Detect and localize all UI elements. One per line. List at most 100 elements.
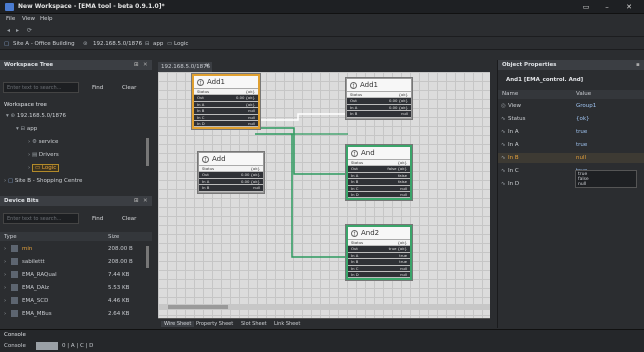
node-header[interactable]: ƒ Add bbox=[199, 153, 263, 166]
row-size: 4.46 KB bbox=[108, 298, 130, 304]
expand-icon[interactable]: › bbox=[4, 259, 6, 265]
property-value[interactable]: true bbox=[576, 129, 587, 135]
expand-icon[interactable]: › bbox=[4, 285, 6, 291]
module-icon bbox=[11, 271, 18, 278]
property-value[interactable]: Group1 bbox=[576, 103, 596, 109]
bits-search-input[interactable]: Enter text to search... bbox=[3, 213, 79, 224]
dropdown-option[interactable]: null bbox=[578, 182, 586, 187]
expand-icon[interactable]: › bbox=[4, 311, 6, 317]
breadcrumb: ▢ Site A - Office Building ⊛ 192.168.5.0… bbox=[0, 38, 644, 50]
pin-icon[interactable]: ⊞ bbox=[134, 62, 139, 68]
tree-item-logic[interactable]: › ▭ Logic bbox=[28, 164, 68, 175]
property-row[interactable]: ◎ View Group1 bbox=[498, 101, 644, 111]
node-header[interactable]: ƒ Add1 bbox=[194, 76, 258, 89]
node-and[interactable]: ƒ And Status {ok} Out false {ok} In Afalse In B… bbox=[346, 145, 412, 201]
close-icon[interactable]: ✕ bbox=[143, 62, 148, 68]
node-and2[interactable]: ƒ And2 Status {ok} Out true {ok} In Atrue In Bt… bbox=[346, 225, 412, 281]
node-header[interactable]: ƒ And bbox=[348, 147, 410, 160]
scroll-thumb[interactable] bbox=[168, 305, 228, 309]
property-value[interactable]: true bbox=[576, 142, 587, 148]
col-type[interactable]: Type bbox=[4, 234, 17, 240]
panel-title: Device Bits ⊞ ✕ bbox=[0, 196, 152, 206]
node-add[interactable]: ƒ Add Status {ok} Out 0.00 {ok} In A 0.00 {ok} I… bbox=[198, 152, 264, 193]
breadcrumb-station[interactable]: 192.168.5.0/1876 bbox=[93, 41, 142, 47]
node-add1b[interactable]: ƒ Add1 Status {ok} Out 0.00 {ok} In A 0.00 {ok}… bbox=[346, 78, 412, 119]
table-row[interactable]: › EMA_RAQual 7.44 KB bbox=[0, 270, 146, 281]
table-row[interactable]: › EMA_SCD 4.46 KB bbox=[0, 296, 146, 307]
find-button[interactable]: Find bbox=[92, 85, 103, 91]
eye-icon: ◎ bbox=[501, 103, 506, 109]
clear-button[interactable]: Clear bbox=[122, 85, 136, 91]
restore-icon[interactable]: ▭ bbox=[577, 2, 595, 12]
sheet-tabs: Wire Sheet Property Sheet Slot Sheet Lin… bbox=[158, 318, 490, 328]
col-name[interactable]: Name bbox=[502, 91, 518, 97]
table-row[interactable]: › EMA_DAlz 5.53 KB bbox=[0, 283, 146, 294]
breadcrumb-site[interactable]: Site A - Office Building bbox=[13, 41, 75, 47]
node-header[interactable]: ƒ Add1 bbox=[347, 79, 411, 92]
row-size: 7.44 KB bbox=[108, 272, 130, 278]
table-row[interactable]: › min 208.00 B bbox=[0, 244, 146, 255]
value-dropdown[interactable]: true false null bbox=[575, 170, 637, 188]
tab-link-sheet[interactable]: Link Sheet bbox=[274, 321, 300, 327]
property-value[interactable]: null bbox=[576, 155, 586, 161]
expand-icon[interactable]: › bbox=[4, 246, 6, 252]
home-icon[interactable]: ▢ bbox=[4, 41, 9, 47]
wire[interactable] bbox=[255, 113, 348, 121]
slot-row[interactable]: In Dnull bbox=[194, 120, 258, 128]
col-size[interactable]: Size bbox=[108, 234, 119, 240]
property-row[interactable]: ∿ In A true bbox=[498, 140, 644, 150]
refresh-icon[interactable]: ⟳ bbox=[27, 27, 32, 34]
app-icon bbox=[5, 3, 14, 11]
wire[interactable] bbox=[255, 133, 346, 258]
slot-row[interactable]: In Dnull bbox=[348, 191, 410, 199]
pin-icon[interactable]: ▪ bbox=[636, 62, 640, 68]
node-header[interactable]: ƒ And2 bbox=[348, 227, 410, 240]
slot-row[interactable]: In Bnull bbox=[347, 111, 411, 118]
tab-property-sheet[interactable]: Property Sheet bbox=[196, 321, 233, 327]
slot-row[interactable]: In Bnull bbox=[199, 185, 263, 192]
back-icon[interactable]: ◂ bbox=[7, 27, 10, 34]
scrollbar[interactable] bbox=[146, 138, 149, 166]
close-icon[interactable]: ✕ bbox=[620, 2, 638, 12]
tree-item-service[interactable]: › ⚙ service bbox=[28, 139, 178, 149]
property-name: View bbox=[508, 103, 522, 109]
property-row[interactable]: ∿ In A true bbox=[498, 127, 644, 137]
scrollbar[interactable] bbox=[146, 246, 149, 268]
tab-slot-sheet[interactable]: Slot Sheet bbox=[241, 321, 267, 327]
tree-item-site-b[interactable]: › ▢ Site B - Shopping Centre bbox=[4, 178, 154, 188]
table-row[interactable]: › EMA_MBus 2.64 KB bbox=[0, 309, 146, 320]
gear-icon: ⚙ bbox=[31, 139, 39, 145]
forward-icon[interactable]: ▸ bbox=[16, 27, 19, 34]
menu-file[interactable]: File bbox=[6, 16, 15, 22]
menu-view[interactable]: View bbox=[22, 16, 35, 22]
close-icon[interactable]: ✕ bbox=[205, 63, 210, 69]
node-add1[interactable]: ƒ Add1 Status {ok} Out 0.00 {ok} In A {ok} In Bn… bbox=[192, 74, 260, 130]
minimize-icon[interactable]: – bbox=[598, 2, 616, 12]
property-row[interactable]: ∿ In B null bbox=[498, 153, 644, 163]
console-input[interactable]: 0 | A | C | D bbox=[62, 343, 93, 349]
wire[interactable] bbox=[255, 127, 346, 175]
h-scrollbar[interactable] bbox=[158, 304, 490, 310]
table-row[interactable]: › sabilettt 208.00 B bbox=[0, 257, 146, 268]
find-button[interactable]: Find bbox=[92, 216, 103, 222]
editor-tab[interactable]: 192.168.5.0/1876 ✕ bbox=[158, 62, 212, 72]
tree-item-drivers[interactable]: › ▤ Drivers bbox=[28, 152, 178, 162]
tree-search-input[interactable]: Enter text to search... bbox=[3, 82, 79, 93]
tree-item-station[interactable]: ▾ ⊛ 192.168.5.0/1876 bbox=[6, 113, 156, 123]
expand-icon[interactable]: › bbox=[4, 298, 6, 304]
slot-row[interactable]: In Dnull bbox=[348, 271, 410, 279]
property-value[interactable]: {ok} bbox=[576, 116, 590, 122]
close-icon[interactable]: ✕ bbox=[143, 198, 148, 204]
expand-icon[interactable]: › bbox=[4, 272, 6, 278]
tab-wire-sheet[interactable]: Wire Sheet bbox=[161, 321, 195, 327]
pin-icon[interactable]: ⊞ bbox=[134, 198, 139, 204]
console-input-box[interactable] bbox=[36, 342, 58, 350]
slot-icon: ∿ bbox=[501, 155, 506, 161]
breadcrumb-app[interactable]: app bbox=[153, 41, 163, 47]
col-value[interactable]: Value bbox=[576, 91, 591, 97]
menu-help[interactable]: Help bbox=[40, 16, 53, 22]
breadcrumb-logic[interactable]: Logic bbox=[174, 41, 188, 47]
property-row[interactable]: ∿ Status {ok} bbox=[498, 114, 644, 124]
clear-button[interactable]: Clear bbox=[122, 216, 136, 222]
tree-item-app[interactable]: ▾ ⊟ app bbox=[16, 126, 166, 136]
